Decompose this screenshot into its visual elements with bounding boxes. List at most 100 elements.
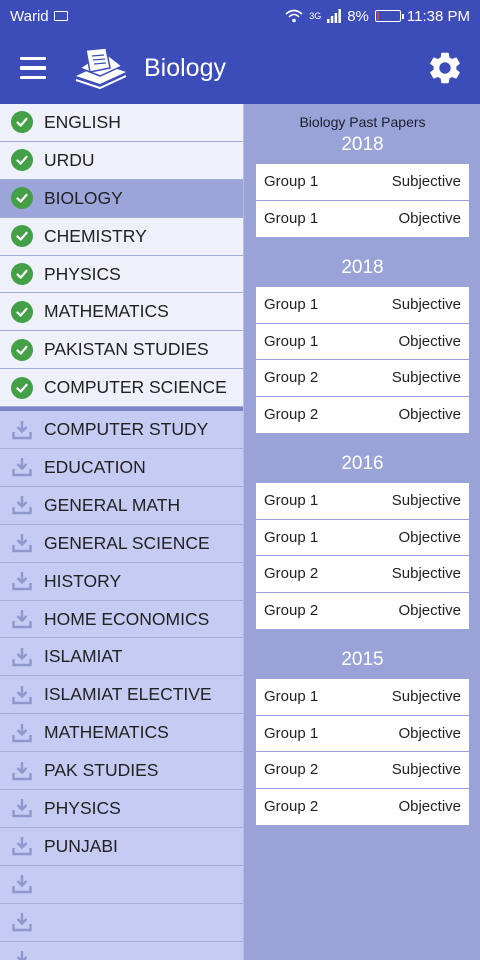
check-circle-icon [11, 149, 33, 172]
paper-group: Group 2 [264, 761, 319, 779]
sidebar-item-label: MATHEMATICS [44, 722, 169, 743]
sidebar-item-english[interactable]: ENGLISH [0, 104, 243, 142]
download-icon [12, 610, 32, 629]
year-section: 2018 Group 1 Subjective Group 1 Objective Gro… [245, 255, 480, 433]
available-subjects: COMPUTER STUDY EDUCATION GENERAL MATH GENER… [0, 411, 243, 960]
sidebar-item-mathematics[interactable]: MATHEMATICS [0, 293, 243, 332]
paper-row[interactable]: Group 1 Objective [256, 201, 469, 238]
check-circle-icon [11, 376, 33, 399]
sidebar-item-label: ISLAMIAT ELECTIVE [44, 684, 212, 705]
sidebar-item-chemistry[interactable]: CHEMISTRY [0, 217, 243, 256]
status-bar: Warid 3G 8% 11:38 PM [0, 0, 480, 32]
panel-heading: Biology Past Papers [299, 114, 426, 130]
paper-type: Objective [398, 798, 461, 816]
year-section: 2015 Group 1 Subjective Group 1 Objective Gro… [245, 647, 480, 825]
sidebar-item-physics[interactable]: PHYSICS [0, 790, 243, 828]
download-icon [12, 685, 32, 704]
papers-card: Group 1 Subjective Group 1 Objective Group 2… [256, 287, 469, 433]
paper-row[interactable]: Group 2 Subjective [256, 556, 469, 593]
sidebar-item-history[interactable]: HISTORY [0, 563, 243, 601]
paper-row[interactable]: Group 2 Subjective [256, 752, 469, 789]
paper-row[interactable]: Group 1 Subjective [256, 164, 469, 201]
sidebar-item-pak-studies[interactable]: PAK STUDIES [0, 752, 243, 791]
paper-row[interactable]: Group 2 Subjective [256, 360, 469, 397]
paper-type: Subjective [391, 688, 461, 706]
sidebar-item-label: PHYSICS [44, 263, 121, 284]
download-icon [12, 496, 32, 515]
downloaded-subjects: ENGLISH URDU BIOLOGY CHEMISTRY PHYSICS MATHEM… [0, 104, 243, 408]
year-heading: 2018 [341, 257, 384, 278]
sidebar-item-general-math[interactable]: GENERAL MATH [0, 487, 243, 525]
paper-type: Subjective [391, 492, 461, 510]
paper-group: Group 1 [264, 492, 319, 510]
settings-gear-icon[interactable] [426, 49, 464, 87]
year-sections: 2018 Group 1 Subjective Group 1 Objective 201… [245, 132, 480, 825]
paper-row[interactable]: Group 2 Objective [256, 397, 469, 434]
check-circle-icon [11, 225, 33, 248]
paper-type: Subjective [391, 761, 461, 779]
sidebar-item-empty-13[interactable] [0, 904, 243, 942]
sidebar-item-label: ISLAMIAT [44, 646, 123, 667]
check-circle-icon [11, 338, 33, 361]
paper-row[interactable]: Group 2 Objective [256, 789, 469, 826]
sidebar-item-education[interactable]: EDUCATION [0, 449, 243, 487]
sidebar-item-punjabi[interactable]: PUNJABI [0, 828, 243, 866]
mail-icon [53, 11, 68, 21]
sidebar-item-general-science[interactable]: GENERAL SCIENCE [0, 525, 243, 563]
check-circle-icon [11, 263, 33, 285]
download-icon [12, 875, 32, 894]
check-circle-icon [11, 187, 33, 210]
check-circle-icon [11, 300, 33, 323]
signal-icon [327, 9, 342, 23]
sidebar-item-home-economics[interactable]: HOME ECONOMICS [0, 601, 243, 639]
sidebar-item-islamiat-elective[interactable]: ISLAMIAT ELECTIVE [0, 676, 243, 715]
sidebar-item-empty-14[interactable] [0, 942, 243, 960]
past-papers-panel: Biology Past Papers 2018 Group 1 Subjectiv… [245, 104, 480, 960]
paper-type: Subjective [391, 565, 461, 583]
paper-row[interactable]: Group 1 Objective [256, 716, 469, 752]
sidebar-item-label: BIOLOGY [44, 187, 123, 208]
year-section: 2018 Group 1 Subjective Group 1 Objective [245, 132, 480, 237]
check-circle-icon [11, 111, 33, 134]
sidebar-item-pakistan-studies[interactable]: PAKISTAN STUDIES [0, 331, 243, 370]
sidebar-item-biology[interactable]: BIOLOGY [0, 179, 243, 218]
paper-type: Objective [398, 406, 461, 424]
download-icon [12, 913, 32, 932]
year-heading: 2018 [341, 134, 384, 155]
paper-row[interactable]: Group 1 Subjective [256, 483, 469, 520]
paper-row[interactable]: Group 1 Objective [256, 520, 469, 556]
paper-group: Group 1 [264, 173, 319, 191]
sidebar-item-label: COMPUTER SCIENCE [44, 377, 227, 398]
paper-group: Group 1 [264, 210, 319, 228]
sidebar-item-computer-science[interactable]: COMPUTER SCIENCE [0, 369, 243, 408]
download-icon [12, 647, 32, 667]
sidebar-item-physics[interactable]: PHYSICS [0, 255, 243, 294]
sidebar-item-label: ENGLISH [44, 111, 121, 132]
subject-sidebar: ENGLISH URDU BIOLOGY CHEMISTRY PHYSICS MATHEM… [0, 104, 244, 960]
paper-row[interactable]: Group 1 Subjective [256, 679, 469, 716]
sidebar-item-urdu[interactable]: URDU [0, 141, 243, 180]
sidebar-item-label: CHEMISTRY [44, 225, 147, 246]
paper-group: Group 1 [264, 688, 319, 706]
paper-type: Objective [398, 602, 461, 620]
sidebar-item-islamiat[interactable]: ISLAMIAT [0, 638, 243, 677]
download-icon [12, 458, 32, 477]
sidebar-item-computer-study[interactable]: COMPUTER STUDY [0, 411, 243, 450]
download-icon [12, 572, 32, 591]
download-icon [12, 761, 32, 780]
year-section: 2016 Group 1 Subjective Group 1 Objective Gro… [245, 451, 480, 629]
battery-icon [374, 10, 404, 22]
paper-row[interactable]: Group 2 Objective [256, 593, 469, 630]
download-icon [12, 799, 32, 818]
paper-row[interactable]: Group 1 Objective [256, 324, 469, 360]
sidebar-item-empty-12[interactable] [0, 866, 243, 904]
sidebar-item-mathematics[interactable]: MATHEMATICS [0, 714, 243, 753]
paper-type: Subjective [391, 296, 461, 314]
paper-group: Group 2 [264, 565, 319, 583]
paper-row[interactable]: Group 1 Subjective [256, 287, 469, 324]
year-heading: 2016 [341, 453, 384, 474]
menu-icon[interactable] [20, 32, 70, 104]
sidebar-item-label: PHYSICS [44, 797, 121, 818]
sidebar-item-label: GENERAL SCIENCE [44, 532, 210, 553]
paper-group: Group 2 [264, 406, 319, 424]
